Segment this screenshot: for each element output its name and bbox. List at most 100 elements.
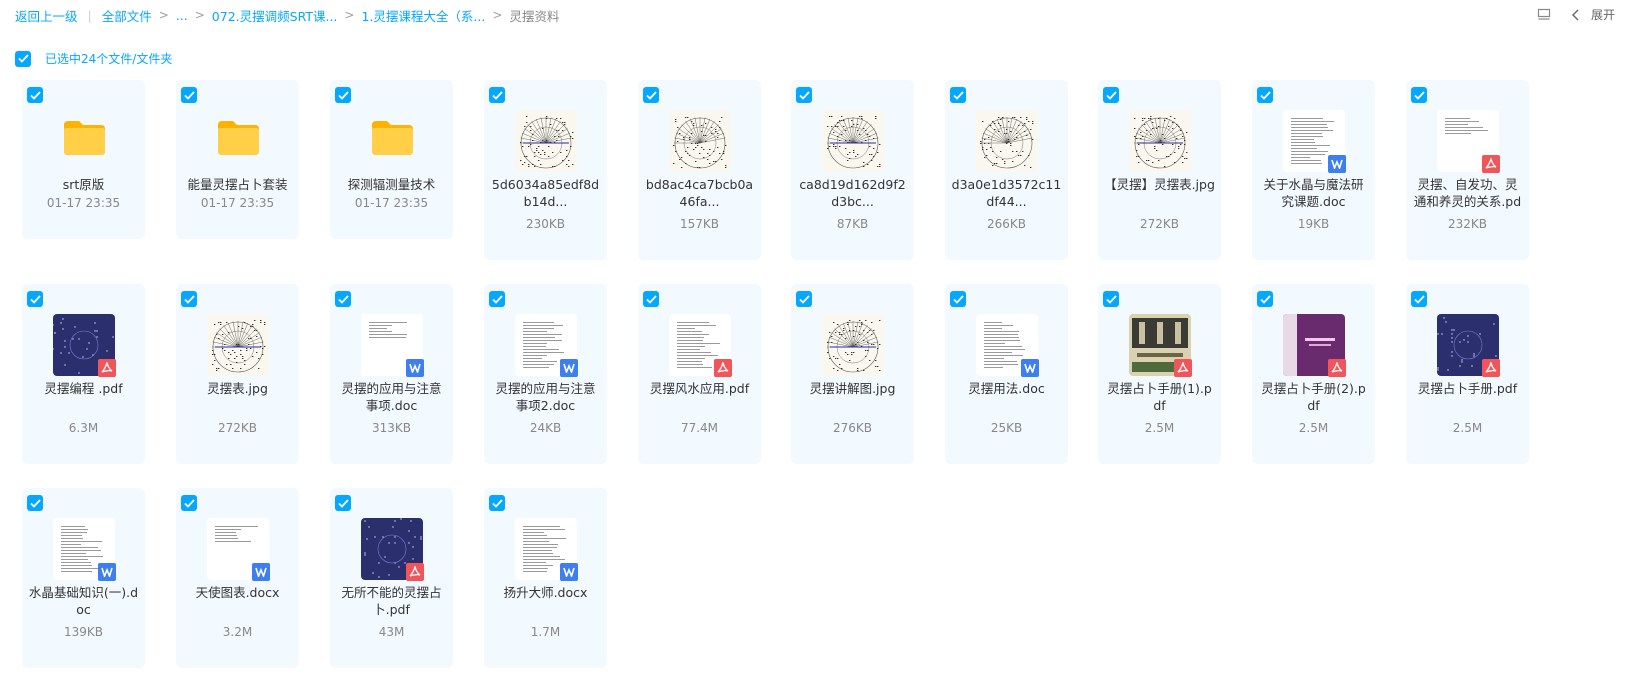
- file-checkbox[interactable]: [643, 291, 659, 307]
- check-icon: [1259, 294, 1271, 304]
- file-tile[interactable]: 灵摆表.jpg 272KB: [176, 284, 299, 464]
- expand-button[interactable]: 展开: [1591, 6, 1615, 23]
- file-checkbox[interactable]: [950, 291, 966, 307]
- breadcrumb: 返回上一级 | 全部文件 > ... > 072.灵摆调频SRT课... > 1…: [15, 6, 560, 25]
- file-tile[interactable]: 灵摆编程 .pdf 6.3M: [22, 284, 145, 464]
- crumb-current-folder: 灵摆资料: [509, 8, 560, 24]
- file-tile[interactable]: 无所不能的灵摆占卜.pdf 43M: [330, 488, 453, 668]
- file-thumb: [207, 314, 269, 376]
- file-checkbox[interactable]: [27, 291, 43, 307]
- file-tile[interactable]: 灵摆占卜手册(1).pdf 2.5M: [1098, 284, 1221, 464]
- chevron-left-icon[interactable]: [1571, 8, 1581, 22]
- file-checkbox[interactable]: [489, 291, 505, 307]
- pdf-icon: [406, 563, 424, 581]
- file-checkbox[interactable]: [489, 495, 505, 511]
- file-tile[interactable]: bd8ac4ca7bcb0a46fa... 157KB: [638, 80, 761, 260]
- crumb-all-files[interactable]: 全部文件: [102, 6, 152, 25]
- file-checkbox[interactable]: [1411, 291, 1427, 307]
- file-thumb: [1437, 110, 1500, 173]
- file-checkbox[interactable]: [1257, 291, 1273, 307]
- file-name: 灵摆用法.doc: [968, 381, 1045, 396]
- file-checkbox[interactable]: [335, 495, 351, 511]
- file-checkbox[interactable]: [950, 87, 966, 103]
- file-thumb: [1129, 314, 1192, 377]
- check-icon: [1413, 90, 1425, 100]
- check-icon: [645, 90, 657, 100]
- word-doc-icon: [560, 359, 578, 377]
- file-size: 24KB: [529, 421, 562, 435]
- folder-thumb: [361, 110, 423, 172]
- file-tile[interactable]: 灵摆的应用与注意事项2.doc 24KB: [484, 284, 607, 464]
- file-tile[interactable]: 灵摆风水应用.pdf 77.4M: [638, 284, 761, 464]
- check-icon: [29, 90, 41, 100]
- back-link[interactable]: 返回上一级: [15, 6, 78, 25]
- file-checkbox[interactable]: [27, 495, 43, 511]
- file-checkbox[interactable]: [796, 291, 812, 307]
- file-tile[interactable]: 灵摆占卜手册(2).pdf 2.5M: [1252, 284, 1375, 464]
- crumb-ellipsis[interactable]: ...: [176, 8, 188, 23]
- select-all-checkbox[interactable]: [15, 50, 31, 67]
- file-checkbox[interactable]: [335, 291, 351, 307]
- file-tile[interactable]: 灵摆讲解图.jpg 276KB: [791, 284, 914, 464]
- file-thumb: [1283, 314, 1346, 377]
- folder-thumb: [207, 110, 269, 172]
- file-size: 266KB: [986, 217, 1026, 231]
- crumb-folder-072[interactable]: 072.灵摆调频SRT课...: [212, 6, 338, 25]
- check-icon: [1413, 294, 1425, 304]
- file-checkbox[interactable]: [181, 495, 197, 511]
- file-checkbox[interactable]: [181, 291, 197, 307]
- file-size: 272KB: [1139, 217, 1179, 231]
- pdf-icon: [1174, 359, 1192, 377]
- file-name: 灵摆的应用与注意事项.doc: [341, 381, 442, 413]
- file-tile[interactable]: 探测辐测量技术 01-17 23:35: [330, 80, 453, 239]
- file-thumb: [515, 110, 577, 172]
- file-checkbox[interactable]: [1103, 291, 1119, 307]
- file-tile[interactable]: 能量灵摆占卜套装 01-17 23:35: [176, 80, 299, 239]
- file-size: 6.3M: [68, 421, 99, 435]
- file-checkbox[interactable]: [489, 87, 505, 103]
- file-tile[interactable]: 灵摆用法.doc 25KB: [945, 284, 1068, 464]
- check-icon: [337, 90, 349, 100]
- word-doc-icon: [1328, 155, 1346, 173]
- crumb-folder-course[interactable]: 1.灵摆课程大全（系...: [361, 6, 485, 25]
- file-checkbox[interactable]: [27, 87, 43, 103]
- file-name: 灵摆占卜手册(1).pdf: [1107, 381, 1212, 413]
- chart-thumbnail: [822, 314, 884, 376]
- file-checkbox[interactable]: [1411, 87, 1427, 103]
- check-icon: [798, 294, 810, 304]
- file-name: 无所不能的灵摆占卜.pdf: [341, 585, 442, 617]
- thumbnail-image: [515, 110, 577, 172]
- file-checkbox[interactable]: [335, 87, 351, 103]
- file-size: 230KB: [525, 217, 565, 231]
- file-tile[interactable]: 【灵摆】灵摆表.jpg 272KB: [1098, 80, 1221, 260]
- file-tile[interactable]: 5d6034a85edf8db14d... 230KB: [484, 80, 607, 260]
- file-tile[interactable]: 关于水晶与魔法研究课题.doc 19KB: [1252, 80, 1375, 260]
- file-tile[interactable]: 灵摆占卜手册.pdf 2.5M: [1406, 284, 1529, 464]
- thumbnail-image: [976, 110, 1038, 172]
- file-thumb: [53, 314, 116, 377]
- file-checkbox[interactable]: [796, 87, 812, 103]
- file-name: 扬升大师.docx: [503, 585, 588, 600]
- file-thumb: [361, 518, 424, 581]
- file-tile[interactable]: 灵摆、自发功、灵通和养灵的关系.pd 232KB: [1406, 80, 1529, 260]
- file-date: 01-17 23:35: [200, 196, 275, 210]
- file-checkbox[interactable]: [181, 87, 197, 103]
- file-tile[interactable]: 灵摆的应用与注意事项.doc 313KB: [330, 284, 453, 464]
- file-checkbox[interactable]: [1257, 87, 1273, 103]
- file-tile[interactable]: 水晶基础知识(一).doc 139KB: [22, 488, 145, 668]
- file-date: 01-17 23:35: [354, 196, 429, 210]
- chart-thumbnail: [207, 314, 269, 376]
- check-icon: [1105, 294, 1117, 304]
- file-tile[interactable]: d3a0e1d3572c11df44... 266KB: [945, 80, 1068, 260]
- file-tile[interactable]: ca8d19d162d9f2d3bc... 87KB: [791, 80, 914, 260]
- file-tile[interactable]: 扬升大师.docx 1.7M: [484, 488, 607, 668]
- file-tile[interactable]: 天使图表.docx 3.2M: [176, 488, 299, 668]
- file-name: 灵摆讲解图.jpg: [809, 381, 896, 396]
- file-tile[interactable]: srt原版 01-17 23:35: [22, 80, 145, 239]
- file-size: 2.5M: [1452, 421, 1483, 435]
- file-name: 灵摆编程 .pdf: [44, 381, 123, 396]
- thumbnail-image: [822, 314, 884, 376]
- file-checkbox[interactable]: [643, 87, 659, 103]
- list-view-icon[interactable]: [1537, 8, 1551, 22]
- file-checkbox[interactable]: [1103, 87, 1119, 103]
